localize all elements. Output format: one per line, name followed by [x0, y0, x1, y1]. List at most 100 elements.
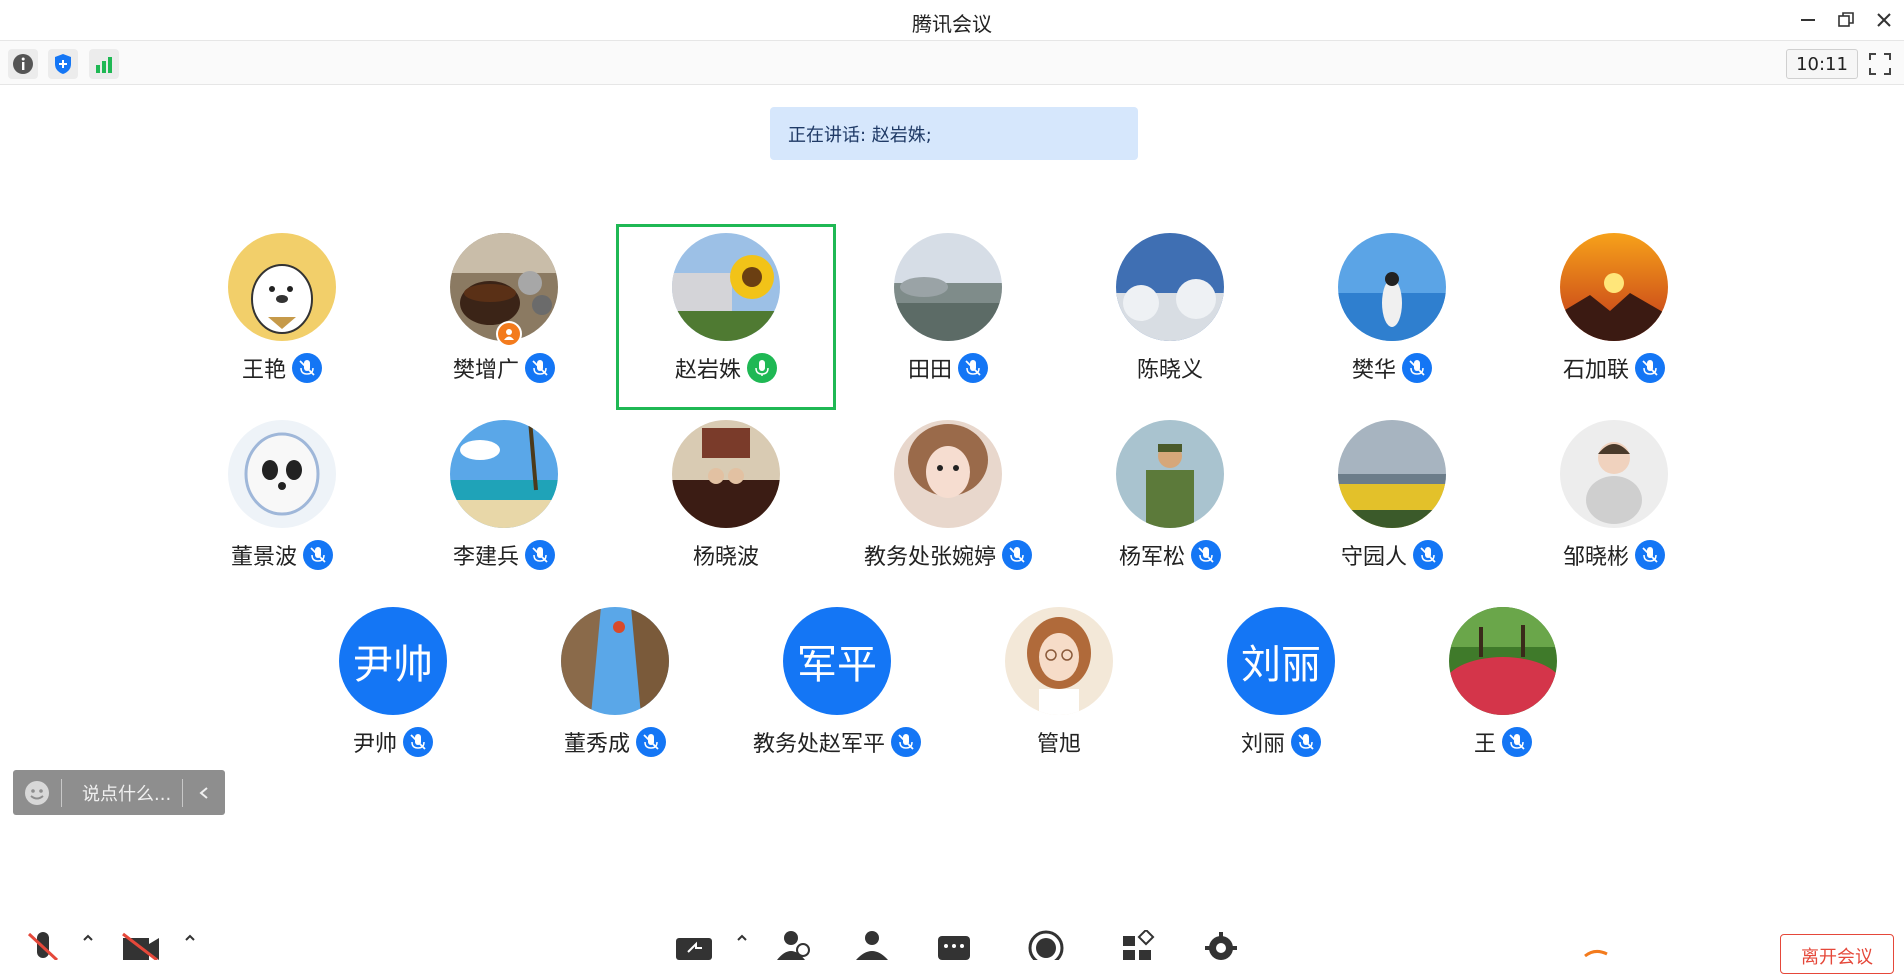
participant-name: 陈晓义: [1136, 358, 1203, 383]
mic-options-chevron-icon[interactable]: [78, 930, 98, 960]
participant-tile[interactable]: 杨晓波: [616, 411, 836, 597]
avatar: [1449, 607, 1557, 715]
participant-tile[interactable]: 守园人: [1282, 411, 1502, 597]
reaction-icon[interactable]: [1575, 930, 1617, 960]
mic-muted-icon: [525, 353, 555, 383]
minimize-icon[interactable]: [1794, 6, 1822, 34]
participant-name: 邹晓彬: [1562, 545, 1629, 570]
mic-muted-icon: [292, 353, 322, 383]
avatar: [561, 607, 669, 715]
mic-muted-icon: [1002, 540, 1032, 570]
title-bar: 腾讯会议: [0, 0, 1904, 41]
chat-input-box[interactable]: 说点什么...: [13, 770, 225, 815]
participant-tile[interactable]: 李建兵: [394, 411, 614, 597]
participant-name: 樊华: [1351, 358, 1396, 383]
avatar: [1560, 420, 1668, 528]
participant-tile[interactable]: 王: [1393, 598, 1613, 784]
participant-name: 杨军松: [1118, 545, 1185, 570]
participant-name-row: 樊华: [1282, 352, 1502, 384]
avatar: [894, 420, 1002, 528]
participant-tile-active-speaker[interactable]: 赵岩姝: [616, 224, 836, 410]
participant-tile[interactable]: 杨军松: [1060, 411, 1280, 597]
fullscreen-icon[interactable]: [1864, 49, 1896, 79]
avatar: [1560, 233, 1668, 341]
info-icon[interactable]: [8, 49, 38, 79]
camera-options-chevron-icon[interactable]: [180, 930, 200, 960]
security-shield-icon[interactable]: [48, 49, 78, 79]
participant-name: 樊增广: [452, 358, 519, 383]
participant-tile[interactable]: 董景波: [172, 411, 392, 597]
participant-name: 董秀成: [563, 732, 630, 757]
participant-tile[interactable]: 王艳: [172, 224, 392, 410]
mic-off-icon[interactable]: [22, 930, 64, 960]
leave-meeting-button[interactable]: 离开会议: [1780, 934, 1894, 974]
participant-tile[interactable]: 田田: [838, 224, 1058, 410]
avatar: [228, 420, 336, 528]
participant-tile[interactable]: 管旭: [949, 598, 1169, 784]
participant-name: 王艳: [241, 358, 286, 383]
participant-tile[interactable]: 军平 教务处赵军平: [727, 598, 947, 784]
participant-name-row: 邹晓彬: [1504, 539, 1724, 571]
share-options-chevron-icon[interactable]: [732, 930, 752, 960]
mic-muted-icon: [636, 727, 666, 757]
mic-muted-icon: [1635, 540, 1665, 570]
close-icon[interactable]: [1870, 6, 1898, 34]
avatar: [228, 233, 336, 341]
participant-tile[interactable]: 邹晓彬: [1504, 411, 1724, 597]
invite-member-icon[interactable]: [772, 930, 814, 960]
participant-name: 尹帅: [352, 732, 397, 757]
participant-tile[interactable]: 尹帅 尹帅: [283, 598, 503, 784]
participant-name-row: 教务处赵军平: [727, 726, 947, 758]
participant-name: 王: [1473, 732, 1496, 757]
participant-tile[interactable]: 陈晓义: [1060, 224, 1280, 410]
camera-off-icon[interactable]: [120, 930, 162, 960]
chat-placeholder[interactable]: 说点什么...: [62, 780, 182, 806]
participant-name-row: 石加联: [1504, 352, 1724, 384]
participant-tile[interactable]: 刘丽 刘丽: [1171, 598, 1391, 784]
avatar: [1116, 420, 1224, 528]
avatar: [1338, 420, 1446, 528]
emoji-icon[interactable]: [13, 780, 61, 806]
participant-name-row: 李建兵: [394, 539, 614, 571]
share-screen-icon[interactable]: [673, 930, 715, 960]
record-icon[interactable]: [1025, 930, 1067, 960]
participant-name: 守园人: [1340, 545, 1407, 570]
avatar-initials: 军平: [783, 607, 891, 715]
participant-name-row: 教务处张婉婷: [838, 539, 1058, 571]
avatar: [1116, 233, 1224, 341]
participant-name: 石加联: [1562, 358, 1629, 383]
mic-muted-icon: [303, 540, 333, 570]
members-icon[interactable]: [851, 930, 893, 960]
chat-icon[interactable]: [933, 930, 975, 960]
mic-muted-icon: [891, 727, 921, 757]
participant-name-row: 董秀成: [505, 726, 725, 758]
participant-name-row: 管旭: [949, 726, 1169, 758]
restore-icon[interactable]: [1832, 6, 1860, 34]
avatar: [672, 233, 780, 341]
mic-muted-icon: [1191, 540, 1221, 570]
participant-name-row: 赵岩姝: [619, 352, 833, 384]
mic-muted-icon: [1413, 540, 1443, 570]
meeting-clock: 10:11: [1786, 49, 1858, 79]
participant-tile[interactable]: 石加联: [1504, 224, 1724, 410]
network-signal-icon[interactable]: [89, 49, 119, 79]
mic-muted-icon: [525, 540, 555, 570]
avatar: [450, 420, 558, 528]
participant-name: 田田: [907, 358, 952, 383]
meeting-info-bar: 10:11: [0, 41, 1904, 85]
participant-name-row: 田田: [838, 352, 1058, 384]
participant-tile[interactable]: 樊华: [1282, 224, 1502, 410]
settings-gear-icon[interactable]: [1200, 930, 1242, 960]
participant-tile[interactable]: 董秀成: [505, 598, 725, 784]
participant-name: 杨晓波: [692, 545, 759, 570]
speaking-banner: 正在讲话: 赵岩姝;: [770, 107, 1138, 160]
participant-name-row: 守园人: [1282, 539, 1502, 571]
apps-icon[interactable]: [1118, 930, 1160, 960]
mic-muted-icon: [403, 727, 433, 757]
participant-tile[interactable]: 樊增广: [394, 224, 614, 410]
collapse-chevron-icon[interactable]: [183, 786, 225, 800]
avatar-initials: 刘丽: [1227, 607, 1335, 715]
participant-tile[interactable]: 教务处张婉婷: [838, 411, 1058, 597]
participant-name-row: 刘丽: [1171, 726, 1391, 758]
avatar: [1005, 607, 1113, 715]
